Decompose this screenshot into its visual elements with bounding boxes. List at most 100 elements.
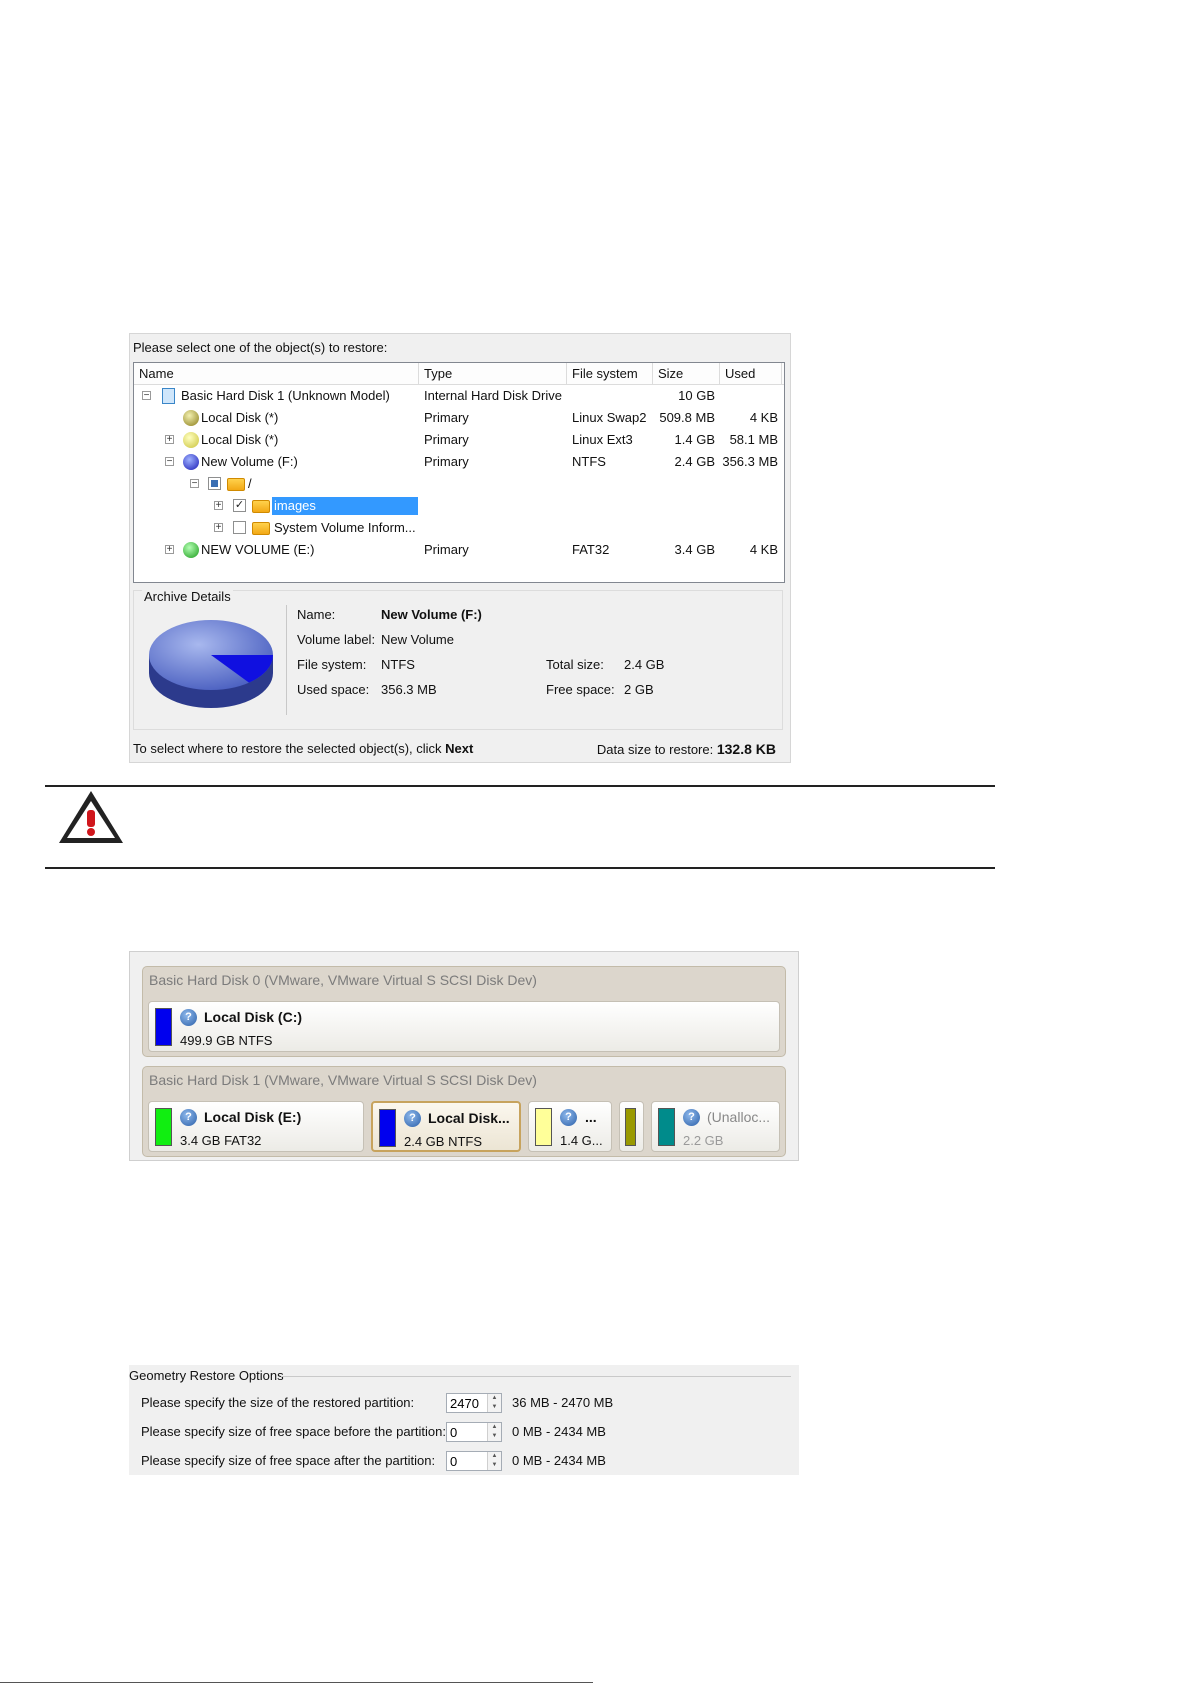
spin-down-icon[interactable]: ▼ bbox=[488, 1403, 501, 1412]
expand-icon[interactable]: + bbox=[165, 435, 174, 445]
row-name: Basic Hard Disk 1 (Unknown Model) bbox=[181, 388, 390, 403]
row-used: 4 KB bbox=[749, 542, 778, 557]
geometry-legend-rule bbox=[281, 1376, 791, 1377]
partition-icon bbox=[183, 410, 199, 426]
detail-free-space-value: 2 GB bbox=[624, 682, 654, 697]
expand-icon[interactable]: + bbox=[165, 545, 174, 555]
tree-row-new-volume-e[interactable]: + NEW VOLUME (E:) Primary FAT32 3.4 GB 4… bbox=[134, 539, 784, 561]
partition-name: Local Disk (C:) bbox=[204, 1009, 303, 1025]
row-type: Primary bbox=[424, 454, 469, 469]
tree-row-new-volume-f[interactable]: − New Volume (F:) Primary NTFS 2.4 GB 35… bbox=[134, 451, 784, 473]
warning-top-rule bbox=[45, 785, 995, 787]
partition-linux-ext3[interactable]: ? ... 1.4 G... bbox=[528, 1101, 612, 1152]
free-space-before-input[interactable] bbox=[447, 1423, 488, 1440]
column-header-type[interactable]: Type bbox=[419, 363, 567, 384]
partition-name: Local Disk (E:) bbox=[204, 1109, 302, 1125]
partition-linux-swap[interactable] bbox=[619, 1101, 644, 1152]
partition-info: 3.4 GB FAT32 bbox=[180, 1133, 262, 1148]
restored-partition-size-range: 36 MB - 2470 MB bbox=[512, 1395, 614, 1410]
row-file-system: NTFS bbox=[572, 454, 606, 469]
partition-unallocated[interactable]: ? (Unalloc... 2.2 GB bbox=[651, 1101, 780, 1152]
tree-row-local-disk-ext3[interactable]: + Local Disk (*) Primary Linux Ext3 1.4 … bbox=[134, 429, 784, 451]
question-icon: ? bbox=[560, 1109, 577, 1126]
expand-icon[interactable]: + bbox=[214, 523, 223, 533]
row-name: New Volume (F:) bbox=[201, 454, 298, 469]
detail-used-space-label: Used space: bbox=[297, 682, 370, 697]
footer-text: To select where to restore the selected … bbox=[133, 741, 442, 756]
column-header-size[interactable]: Size bbox=[653, 363, 720, 384]
partition-local-disk-c[interactable]: ? Local Disk (C:) 499.9 GB NTFS bbox=[148, 1001, 780, 1052]
partition-info: 1.4 G... bbox=[560, 1133, 603, 1148]
folder-icon bbox=[252, 500, 270, 513]
column-header-used[interactable]: Used bbox=[720, 363, 782, 384]
spin-up-icon[interactable]: ▲ bbox=[488, 1452, 501, 1461]
free-space-after-input[interactable] bbox=[447, 1452, 488, 1469]
detail-name-value: New Volume (F:) bbox=[381, 607, 482, 622]
tree-row-root-folder[interactable]: − / bbox=[134, 473, 784, 495]
column-header-name[interactable]: Name bbox=[134, 363, 419, 384]
restore-object-panel: Please select one of the object(s) to re… bbox=[129, 333, 791, 763]
detail-file-system-value: NTFS bbox=[381, 657, 415, 672]
warning-exclamation-dot bbox=[87, 828, 95, 836]
partition-local-disk-e[interactable]: ? Local Disk (E:) 3.4 GB FAT32 bbox=[148, 1101, 364, 1152]
tree-row-local-disk-swap[interactable]: Local Disk (*) Primary Linux Swap2 509.8… bbox=[134, 407, 784, 429]
restored-partition-size-input[interactable] bbox=[447, 1394, 488, 1411]
partition-local-disk-selected[interactable]: ? Local Disk... 2.4 GB NTFS bbox=[371, 1101, 521, 1152]
object-tree[interactable]: Name Type File system Size Used − Basic … bbox=[133, 362, 785, 583]
free-space-before-range: 0 MB - 2434 MB bbox=[512, 1424, 606, 1439]
tree-row-basic-hard-disk-1[interactable]: − Basic Hard Disk 1 (Unknown Model) Inte… bbox=[134, 385, 784, 407]
row-size: 10 GB bbox=[678, 388, 715, 403]
partition-info: 499.9 GB NTFS bbox=[180, 1033, 273, 1048]
row-name: NEW VOLUME (E:) bbox=[201, 542, 315, 557]
warning-exclamation-bar bbox=[87, 810, 95, 827]
data-size-to-restore: Data size to restore: 132.8 KB bbox=[597, 741, 776, 757]
free-space-after-label: Please specify size of free space after … bbox=[141, 1453, 436, 1468]
free-space-before-spinner[interactable]: ▲ ▼ bbox=[446, 1422, 502, 1442]
row-name: System Volume Inform... bbox=[274, 520, 416, 535]
geometry-restore-options: Geometry Restore Options Please specify … bbox=[129, 1365, 799, 1475]
tree-row-system-volume-information[interactable]: + System Volume Inform... bbox=[134, 517, 784, 539]
spinner-buttons: ▲ ▼ bbox=[487, 1394, 501, 1412]
tree-row-images[interactable]: + ✓ images bbox=[134, 495, 784, 517]
partial-checkbox[interactable] bbox=[208, 477, 221, 490]
partition-color-swatch bbox=[155, 1008, 172, 1046]
details-separator bbox=[286, 605, 287, 715]
space-usage-pie-chart bbox=[149, 620, 273, 708]
partition-icon bbox=[183, 454, 199, 470]
restored-partition-size-spinner[interactable]: ▲ ▼ bbox=[446, 1393, 502, 1413]
archive-details-title: Archive Details bbox=[142, 589, 233, 604]
row-type: Internal Hard Disk Drive bbox=[424, 388, 562, 403]
free-space-after-range: 0 MB - 2434 MB bbox=[512, 1453, 606, 1468]
row-used: 356.3 MB bbox=[722, 454, 778, 469]
detail-file-system-label: File system: bbox=[297, 657, 367, 672]
spin-up-icon[interactable]: ▲ bbox=[488, 1423, 501, 1432]
collapse-icon[interactable]: − bbox=[190, 479, 199, 489]
row-size: 1.4 GB bbox=[674, 432, 715, 447]
question-icon: ? bbox=[683, 1109, 700, 1126]
folder-icon bbox=[252, 522, 270, 535]
detail-used-space-value: 356.3 MB bbox=[381, 682, 437, 697]
free-space-after-spinner[interactable]: ▲ ▼ bbox=[446, 1451, 502, 1471]
expand-icon[interactable]: + bbox=[214, 501, 223, 511]
column-header-file-system[interactable]: File system bbox=[567, 363, 653, 384]
checked-checkbox[interactable]: ✓ bbox=[233, 499, 246, 512]
disk-1-title: Basic Hard Disk 1 (VMware, VMware Virtua… bbox=[149, 1072, 537, 1088]
spin-up-icon[interactable]: ▲ bbox=[488, 1394, 501, 1403]
detail-total-size-value: 2.4 GB bbox=[624, 657, 665, 672]
collapse-icon[interactable]: − bbox=[142, 391, 151, 401]
row-name: Local Disk (*) bbox=[201, 410, 279, 425]
spinner-buttons: ▲ ▼ bbox=[487, 1423, 501, 1441]
partition-name: ... bbox=[585, 1109, 597, 1125]
row-name: Local Disk (*) bbox=[201, 432, 279, 447]
partition-icon bbox=[183, 432, 199, 448]
partition-color-swatch bbox=[535, 1108, 552, 1146]
spin-down-icon[interactable]: ▼ bbox=[488, 1432, 501, 1441]
collapse-icon[interactable]: − bbox=[165, 457, 174, 467]
unchecked-checkbox[interactable] bbox=[233, 521, 246, 534]
footer-next-word: Next bbox=[445, 741, 474, 756]
row-type: Primary bbox=[424, 410, 469, 425]
partition-color-swatch bbox=[379, 1109, 396, 1147]
partition-icon bbox=[183, 542, 199, 558]
spin-down-icon[interactable]: ▼ bbox=[488, 1461, 501, 1470]
disk-map-panel: Basic Hard Disk 0 (VMware, VMware Virtua… bbox=[129, 951, 799, 1161]
